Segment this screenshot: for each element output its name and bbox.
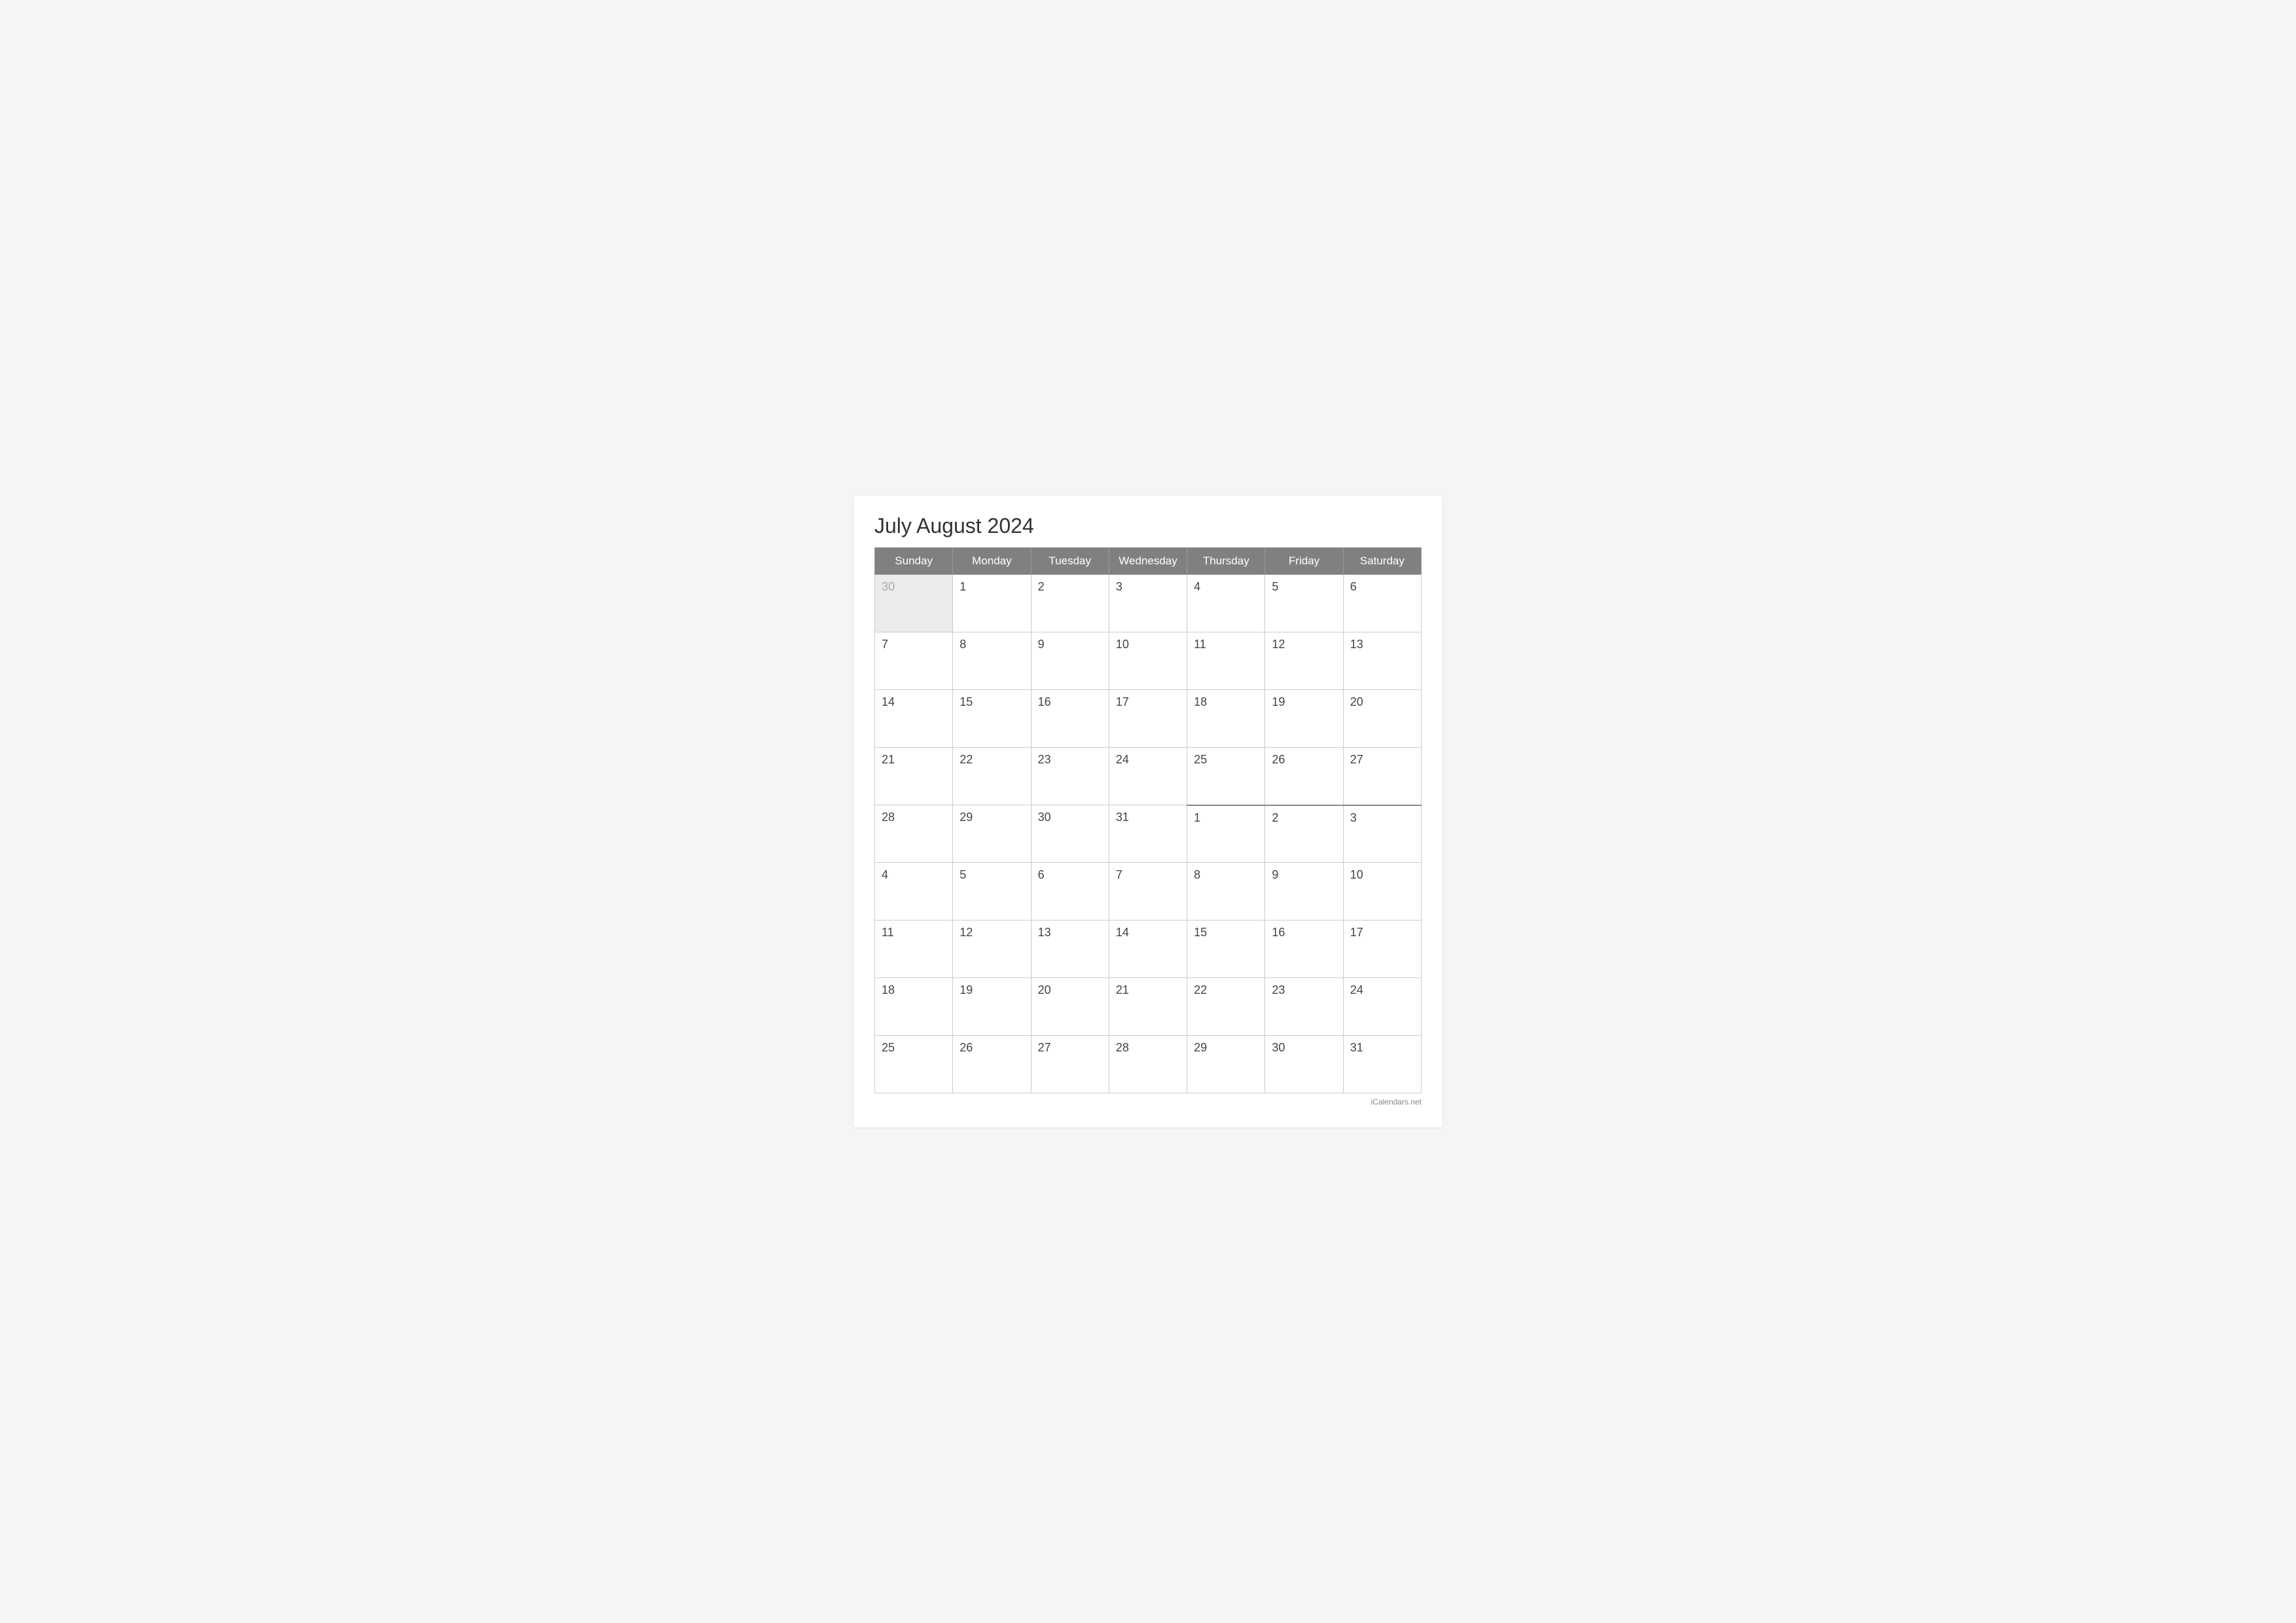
header-cell-tuesday: Tuesday — [1031, 548, 1109, 575]
week-row-1: 78910111213 — [875, 632, 1422, 690]
footer-text: iCalendars.net — [1371, 1097, 1422, 1106]
day-cell: 31 — [1343, 1036, 1421, 1093]
day-cell: 13 — [1343, 632, 1421, 690]
day-cell: 18 — [1187, 690, 1265, 748]
day-cell: 16 — [1031, 690, 1109, 748]
week-row-3: 21222324252627 — [875, 748, 1422, 805]
day-cell: 21 — [875, 748, 953, 805]
day-cell: 28 — [875, 805, 953, 863]
day-cell: 20 — [1343, 690, 1421, 748]
day-cell: 8 — [1187, 863, 1265, 921]
day-cell: 16 — [1265, 921, 1343, 978]
day-cell: 24 — [1343, 978, 1421, 1036]
day-cell: 18 — [875, 978, 953, 1036]
day-cell: 11 — [875, 921, 953, 978]
day-cell: 4 — [875, 863, 953, 921]
day-cell: 25 — [875, 1036, 953, 1093]
header-cell-saturday: Saturday — [1343, 548, 1421, 575]
day-cell: 28 — [1109, 1036, 1187, 1093]
day-cell: 15 — [953, 690, 1031, 748]
day-cell: 25 — [1187, 748, 1265, 805]
day-cell: 2 — [1265, 805, 1343, 863]
day-cell: 10 — [1109, 632, 1187, 690]
week-row-4: 28293031123 — [875, 805, 1422, 863]
header-cell-monday: Monday — [953, 548, 1031, 575]
day-cell: 9 — [1031, 632, 1109, 690]
calendar-table: SundayMondayTuesdayWednesdayThursdayFrid… — [874, 547, 1422, 1093]
day-cell: 9 — [1265, 863, 1343, 921]
day-cell: 10 — [1343, 863, 1421, 921]
day-cell: 30 — [875, 575, 953, 632]
day-cell: 12 — [953, 921, 1031, 978]
day-cell: 14 — [875, 690, 953, 748]
day-cell: 29 — [1187, 1036, 1265, 1093]
day-cell: 7 — [875, 632, 953, 690]
day-cell: 5 — [1265, 575, 1343, 632]
header-row: SundayMondayTuesdayWednesdayThursdayFrid… — [875, 548, 1422, 575]
day-cell: 26 — [953, 1036, 1031, 1093]
day-cell: 2 — [1031, 575, 1109, 632]
week-row-6: 11121314151617 — [875, 921, 1422, 978]
day-cell: 15 — [1187, 921, 1265, 978]
day-cell: 27 — [1343, 748, 1421, 805]
header-cell-friday: Friday — [1265, 548, 1343, 575]
day-cell: 23 — [1031, 748, 1109, 805]
day-cell: 3 — [1343, 805, 1421, 863]
day-cell: 1 — [1187, 805, 1265, 863]
day-cell: 1 — [953, 575, 1031, 632]
week-row-5: 45678910 — [875, 863, 1422, 921]
day-cell: 12 — [1265, 632, 1343, 690]
day-cell: 21 — [1109, 978, 1187, 1036]
week-row-8: 25262728293031 — [875, 1036, 1422, 1093]
week-row-0: 30123456 — [875, 575, 1422, 632]
header-cell-wednesday: Wednesday — [1109, 548, 1187, 575]
day-cell: 19 — [1265, 690, 1343, 748]
day-cell: 6 — [1343, 575, 1421, 632]
footer: iCalendars.net — [874, 1097, 1422, 1106]
day-cell: 31 — [1109, 805, 1187, 863]
day-cell: 30 — [1265, 1036, 1343, 1093]
day-cell: 3 — [1109, 575, 1187, 632]
calendar-title: July August 2024 — [874, 514, 1422, 538]
day-cell: 19 — [953, 978, 1031, 1036]
day-cell: 20 — [1031, 978, 1109, 1036]
header-cell-thursday: Thursday — [1187, 548, 1265, 575]
day-cell: 30 — [1031, 805, 1109, 863]
day-cell: 22 — [953, 748, 1031, 805]
day-cell: 17 — [1109, 690, 1187, 748]
day-cell: 8 — [953, 632, 1031, 690]
day-cell: 6 — [1031, 863, 1109, 921]
day-cell: 14 — [1109, 921, 1187, 978]
day-cell: 17 — [1343, 921, 1421, 978]
day-cell: 22 — [1187, 978, 1265, 1036]
calendar-container: July August 2024 SundayMondayTuesdayWedn… — [853, 496, 1443, 1127]
day-cell: 27 — [1031, 1036, 1109, 1093]
week-row-2: 14151617181920 — [875, 690, 1422, 748]
day-cell: 24 — [1109, 748, 1187, 805]
header-cell-sunday: Sunday — [875, 548, 953, 575]
week-row-7: 18192021222324 — [875, 978, 1422, 1036]
day-cell: 5 — [953, 863, 1031, 921]
day-cell: 29 — [953, 805, 1031, 863]
day-cell: 23 — [1265, 978, 1343, 1036]
day-cell: 4 — [1187, 575, 1265, 632]
day-cell: 7 — [1109, 863, 1187, 921]
day-cell: 26 — [1265, 748, 1343, 805]
day-cell: 13 — [1031, 921, 1109, 978]
day-cell: 11 — [1187, 632, 1265, 690]
